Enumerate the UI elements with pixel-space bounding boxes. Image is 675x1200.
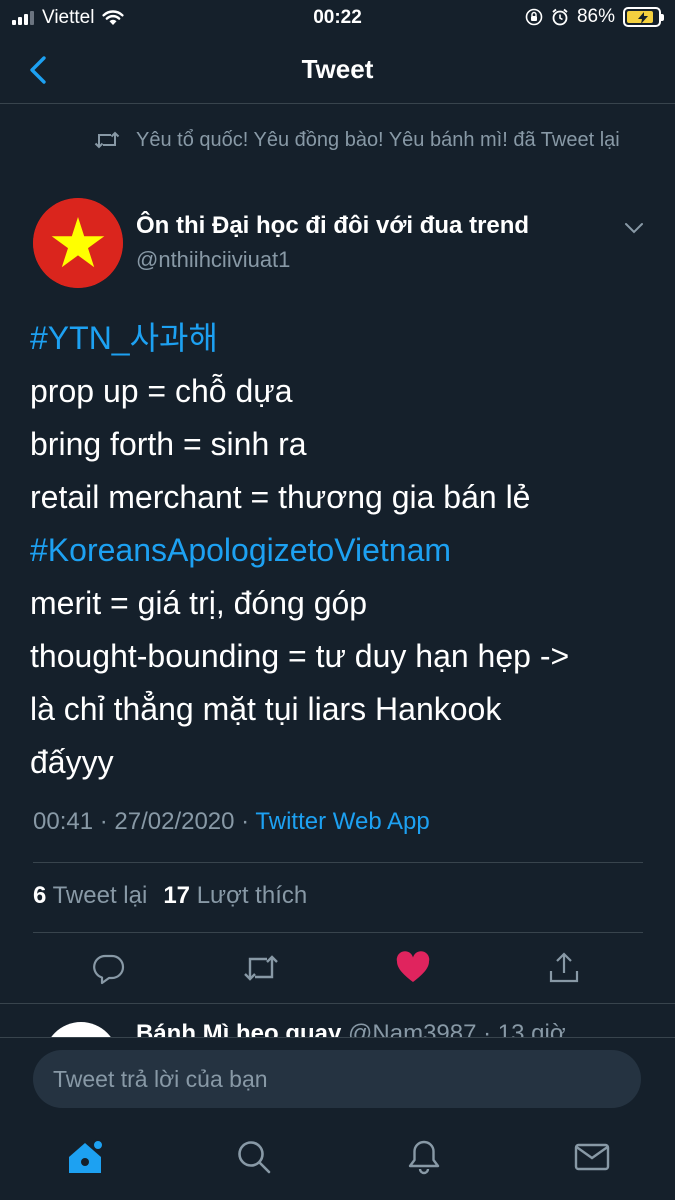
avatar[interactable] [44,1022,118,1037]
tweet-line: là chỉ thẳng mặt tụi liars Hankook [30,691,502,727]
tab-bar [0,1117,675,1200]
status-right: 86% [525,6,664,28]
like-label: Lượt thích [196,882,308,909]
battery-percent: 86% [576,6,615,27]
notifications-icon [408,1140,440,1175]
avatar[interactable] [33,198,123,288]
battery-icon [623,7,664,27]
retweet-icon [94,131,120,149]
divider [33,862,643,863]
hashtag-link[interactable]: #KoreansApologizetoVietnam [30,524,650,577]
retweet-icon [244,955,278,981]
tweet-line: merit = giá trị, đóng góp [30,585,368,621]
reply-icon [93,954,125,985]
chevron-down-icon [625,223,643,234]
retweet-text: Yêu tổ quốc! Yêu đồng bào! Yêu bánh mì! … [136,129,620,151]
reply-header: Bánh Mì heo quay @Nam3987 · 13 giờ [136,1020,566,1037]
tweet-line: đấyyy [30,744,114,780]
author-name[interactable]: Ôn thi Đại học đi đôi với đua trend [136,212,529,240]
compose-bar: Tweet trả lời của bạn [0,1037,675,1117]
reply-preview[interactable]: Bánh Mì heo quay @Nam3987 · 13 giờ [0,1003,675,1037]
divider [33,932,643,933]
likes-stat[interactable]: 17 Lượt thích [163,882,307,910]
like-button[interactable] [391,946,435,990]
alarm-icon [552,8,568,26]
retweet-label: Tweet lại [52,882,148,909]
reply-button[interactable] [87,946,131,990]
tweet-menu-button[interactable] [620,214,648,242]
retweets-stat[interactable]: 6 Tweet lại [33,882,147,910]
tweet-text: #YTN_사과해 prop up = chỗ dựa bring forth =… [30,312,650,789]
author-handle[interactable]: @nthiihciiviuat1 [136,247,290,273]
retweet-count: 6 [33,882,47,909]
like-count: 17 [163,882,191,909]
status-bar: Viettel 00:22 86% [0,0,675,34]
vietnam-flag-icon [33,198,123,288]
share-icon [549,952,579,983]
rotation-lock-icon [525,8,543,26]
tweet-actions [0,946,675,990]
reply-handle-time: @Nam3987 · 13 giờ [341,1020,566,1037]
retweet-button[interactable] [239,946,283,990]
tab-search[interactable] [232,1135,276,1179]
page-title: Tweet [301,54,374,84]
hashtag-link[interactable]: #YTN_사과해 [30,312,650,365]
tweet-line: thought-bounding = tư duy hạn hẹp -> [30,638,570,674]
search-icon [238,1141,271,1174]
reply-author-name: Bánh Mì heo quay [136,1020,342,1037]
tweet-line: retail merchant = thương gia bán lẻ [30,479,531,515]
tweet-stats: 6 Tweet lại 17 Lượt thích [33,882,307,910]
messages-icon [574,1143,610,1171]
tab-messages[interactable] [570,1135,614,1179]
reply-input[interactable]: Tweet trả lời của bạn [33,1050,641,1108]
share-button[interactable] [542,946,586,990]
tweet-source-link[interactable]: Twitter Web App [255,808,429,835]
tab-notifications[interactable] [402,1135,446,1179]
tweet-timestamp: 00:41 · 27/02/2020 · [33,808,256,835]
tweet-line: bring forth = sinh ra [30,426,307,462]
tab-home[interactable] [63,1135,107,1179]
tweet-meta: 00:41 · 27/02/2020 · Twitter Web App [33,808,430,836]
tweet-line: prop up = chỗ dựa [30,373,293,409]
header: Tweet [0,34,675,104]
home-icon [69,1139,104,1173]
heart-filled-icon [396,951,430,982]
